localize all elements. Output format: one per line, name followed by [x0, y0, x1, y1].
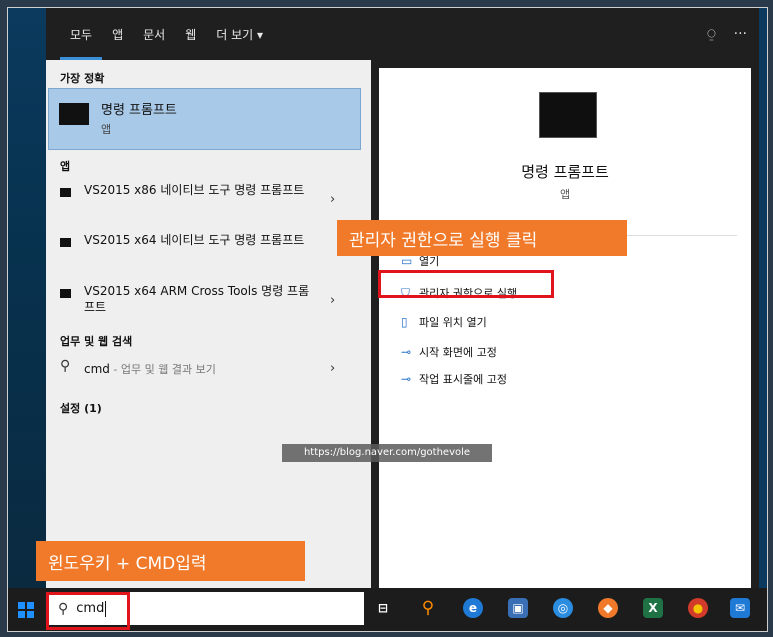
preview-type: 앱 — [559, 188, 571, 201]
screenshot-frame: 모두 앱 문서 웹 더 보기 ▾ ⍜ ··· 가장 정확 명령 프롬프트 앱 앱… — [7, 7, 768, 632]
preview-card: 명령 프롬프트 앱 ▭ 열기 ⛉ 관리자 권한으로 실행 ▯ 파일 위치 열기 ⊸ 시작… — [379, 68, 751, 588]
file-location-icon: ▯ — [401, 315, 408, 329]
start-menu-search: 모두 앱 문서 웹 더 보기 ▾ ⍜ ··· 가장 정확 명령 프롬프트 앱 앱… — [46, 8, 759, 588]
list-item[interactable]: VS2015 x64 ARM Cross Tools 명령 프롬프트 › — [46, 279, 371, 325]
web-search-heading: 업무 및 웹 검색 — [60, 335, 133, 348]
tab-apps[interactable]: 앱 — [102, 8, 133, 60]
chevron-right-icon[interactable]: › — [330, 293, 335, 308]
open-file-location-action[interactable]: ▯ 파일 위치 열기 — [401, 314, 487, 330]
pin-to-start-action[interactable]: ⊸ 시작 화면에 고정 — [401, 344, 497, 360]
settings-heading[interactable]: 설정 (1) — [60, 400, 102, 416]
task-view-icon[interactable]: ⊟ — [373, 598, 393, 618]
tab-web[interactable]: 웹 — [175, 8, 206, 60]
admin-callout: 관리자 권한으로 실행 클릭 — [337, 220, 627, 256]
pin-to-taskbar-action[interactable]: ⊸ 작업 표시줄에 고정 — [401, 371, 507, 387]
results-list: 가장 정확 명령 프롬프트 앱 앱 VS2015 x86 네이티브 도구 명령 … — [46, 60, 371, 588]
store-icon[interactable]: ▣ — [508, 598, 528, 618]
apps-heading: 앱 — [60, 160, 71, 173]
tab-more[interactable]: 더 보기 ▾ — [206, 8, 273, 60]
best-match-heading: 가장 정확 — [60, 72, 105, 85]
pin-start-icon: ⊸ — [401, 345, 412, 359]
best-match-item[interactable]: 명령 프롬프트 앱 — [48, 88, 361, 150]
cmd-small-icon — [60, 289, 71, 298]
cmd-icon — [59, 103, 89, 125]
best-match-type: 앱 — [101, 123, 112, 136]
tab-documents[interactable]: 문서 — [133, 8, 175, 60]
brave-like-icon[interactable]: ◆ — [598, 598, 618, 618]
pin-taskbar-icon: ⊸ — [401, 372, 412, 386]
preview-title: 명령 프롬프트 — [521, 163, 609, 181]
best-match-name: 명령 프롬프트 — [101, 103, 177, 118]
chevron-right-icon[interactable]: › — [330, 361, 335, 376]
search-filter-tabs: 모두 앱 문서 웹 더 보기 ▾ ⍜ ··· — [46, 8, 759, 60]
web-search-item[interactable]: ⚲ cmd - 업무 및 웹 결과 보기 › — [46, 356, 371, 384]
app-name: VS2015 x64 ARM Cross Tools 명령 프롬프트 — [84, 284, 310, 314]
chevron-right-icon[interactable]: › — [330, 192, 335, 207]
web-query-suffix: - 업무 및 웹 결과 보기 — [109, 363, 216, 376]
taskbar: ⚲ cmd ⊟ ⚲ e ▣ ◎ ◆ X ● ✉ — [8, 588, 767, 631]
safari-like-icon[interactable]: ◎ — [553, 598, 573, 618]
edge-icon[interactable]: e — [463, 598, 483, 618]
desktop-background-right — [759, 8, 767, 588]
open-icon: ▭ — [401, 254, 413, 268]
more-options-button[interactable]: ··· — [734, 26, 747, 42]
cmd-large-icon — [539, 92, 597, 138]
input-callout: 윈도우키 + CMD입력 — [36, 541, 305, 581]
search-icon: ⚲ — [60, 358, 71, 374]
top-right-actions: ⍜ ··· — [707, 8, 747, 60]
cmd-small-icon — [60, 188, 71, 197]
person-feedback-icon[interactable]: ⍜ — [707, 26, 715, 42]
admin-highlight-box — [378, 270, 554, 298]
tab-all[interactable]: 모두 — [60, 8, 103, 60]
search-app-icon[interactable]: ⚲ — [418, 598, 438, 618]
preview-pane: 명령 프롬프트 앱 ▭ 열기 ⛉ 관리자 권한으로 실행 ▯ 파일 위치 열기 ⊸ 시작… — [371, 60, 759, 588]
cmd-small-icon — [60, 238, 71, 247]
search-highlight-box — [46, 592, 130, 630]
web-query: cmd — [84, 362, 110, 376]
mail-icon[interactable]: ✉ — [730, 598, 750, 618]
list-item[interactable]: VS2015 x64 네이티브 도구 명령 프롬프트 — [46, 228, 371, 274]
desktop-background — [8, 8, 46, 588]
list-item[interactable]: VS2015 x86 네이티브 도구 명령 프롬프트 › — [46, 178, 371, 224]
watermark: https://blog.naver.com/gothevole — [282, 444, 492, 462]
windows-start-icon[interactable] — [18, 602, 34, 618]
app-name: VS2015 x86 네이티브 도구 명령 프롬프트 — [84, 183, 305, 197]
chrome-icon[interactable]: ● — [688, 598, 708, 618]
excel-icon[interactable]: X — [643, 598, 663, 618]
app-name: VS2015 x64 네이티브 도구 명령 프롬프트 — [84, 233, 305, 247]
